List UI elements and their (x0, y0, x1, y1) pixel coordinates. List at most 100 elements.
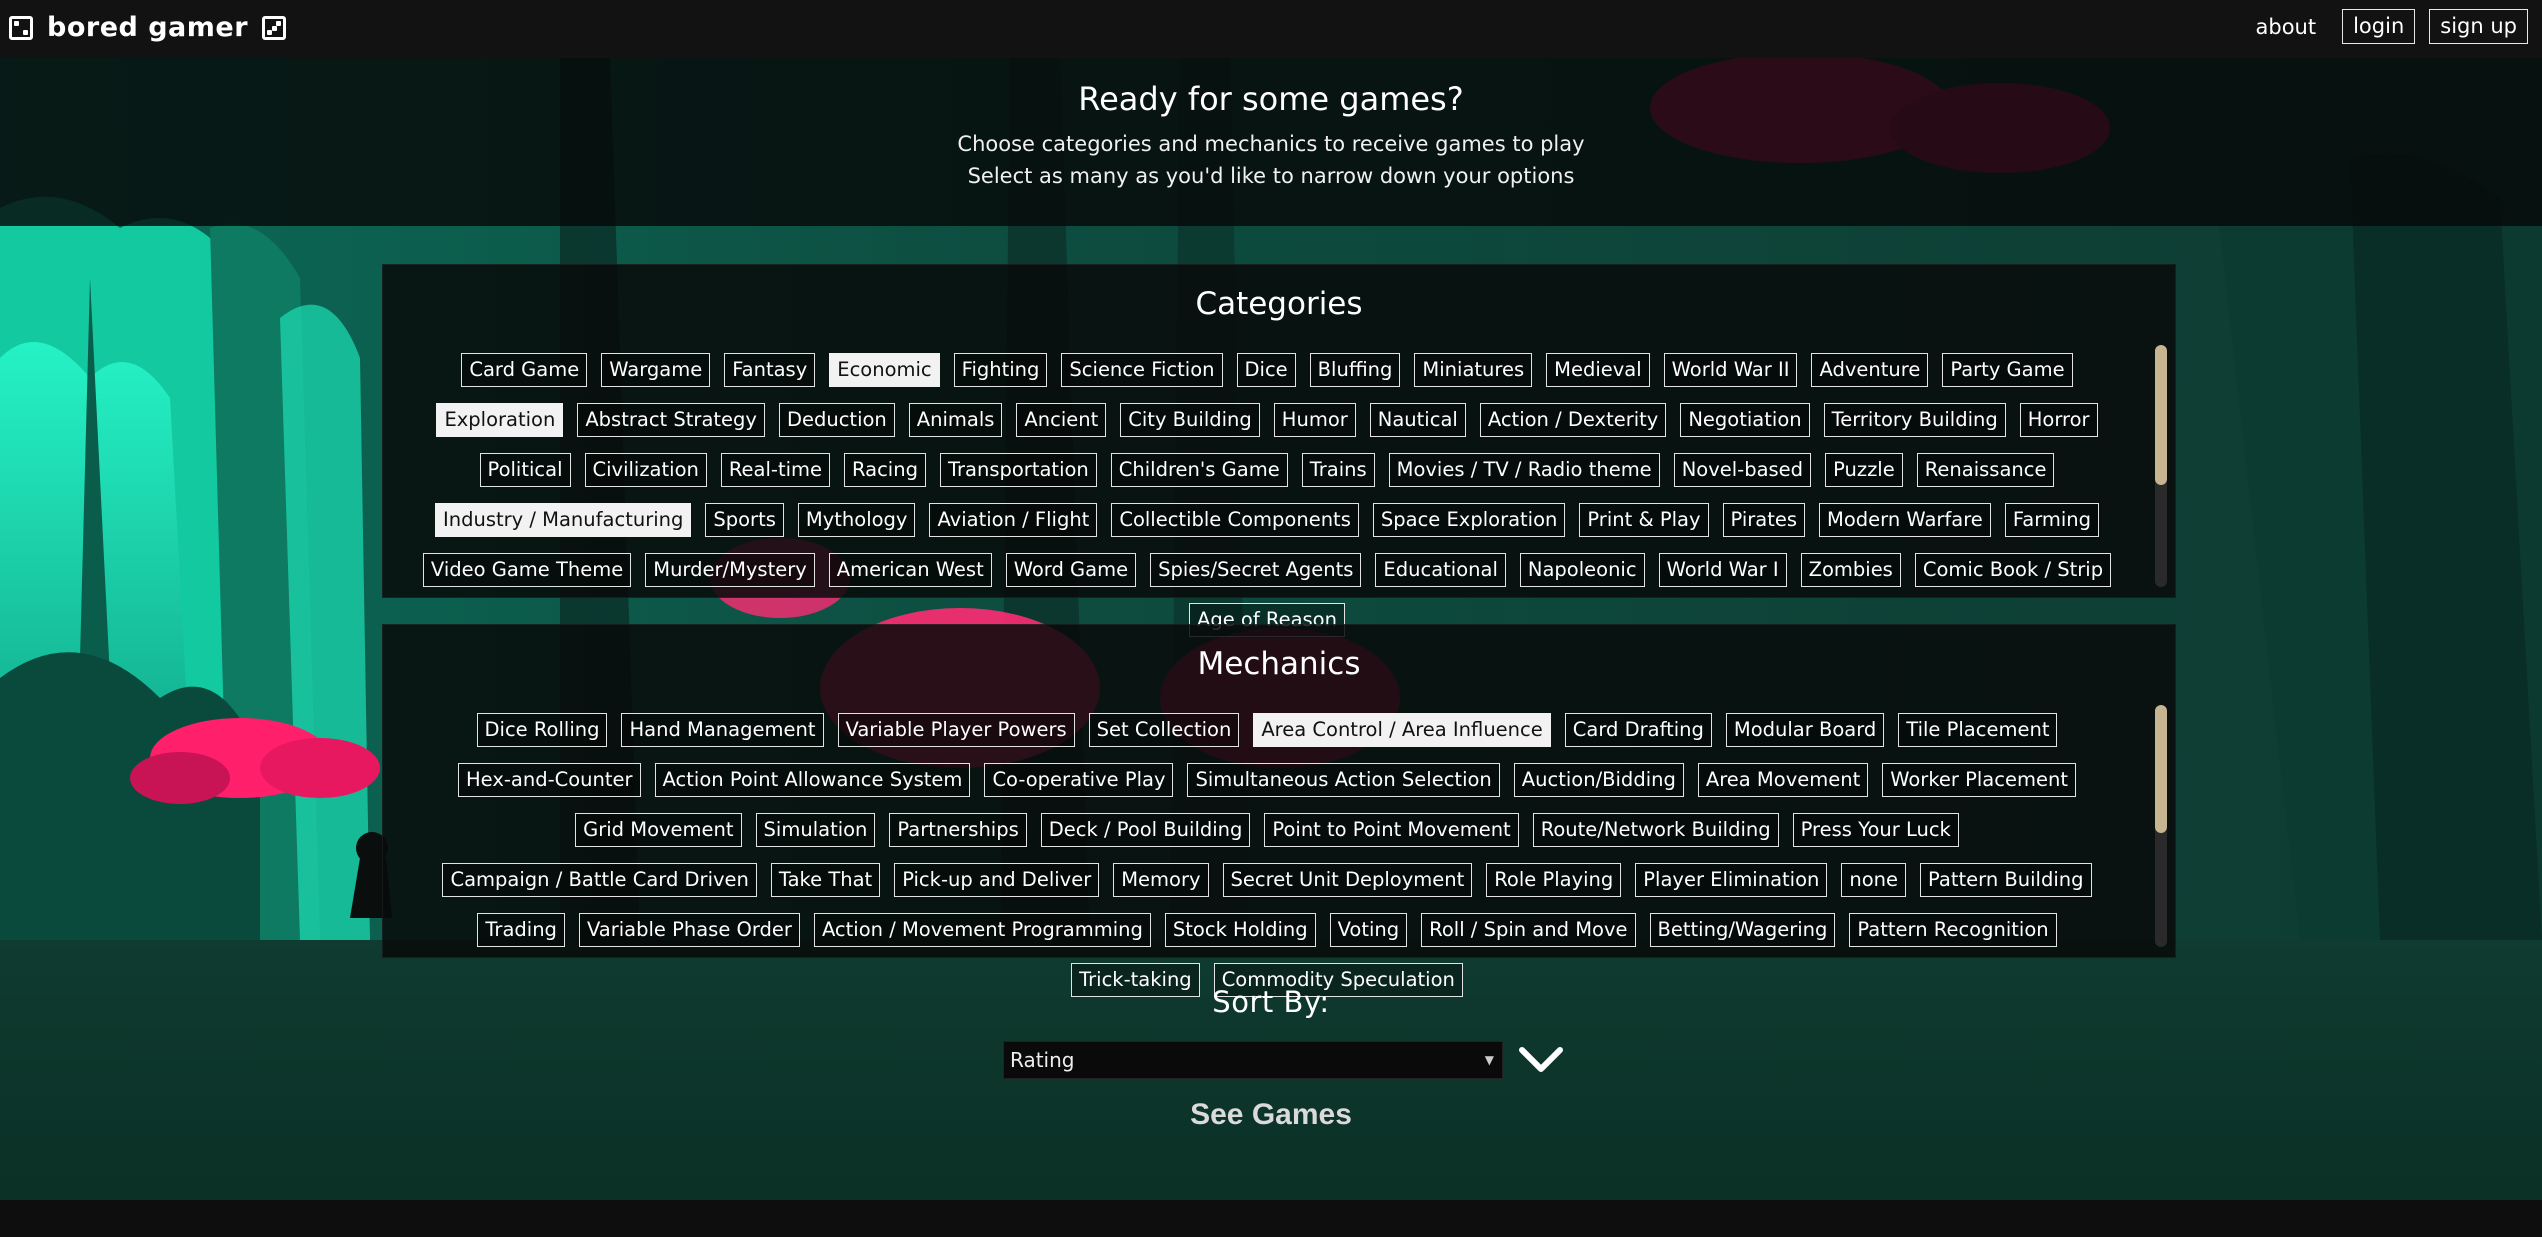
mechanic-chip[interactable]: none (1841, 863, 1907, 897)
category-chip[interactable]: Sports (705, 503, 784, 537)
category-chip[interactable]: Humor (1273, 403, 1356, 437)
category-chip[interactable]: Puzzle (1825, 453, 1903, 487)
category-chip[interactable]: Bluffing (1309, 353, 1401, 387)
mechanic-chip[interactable]: Co-operative Play (984, 763, 1174, 797)
see-games-button[interactable]: See Games (0, 1098, 2542, 1132)
category-chip[interactable]: Transportation (939, 453, 1097, 487)
category-chip[interactable]: Real-time (720, 453, 831, 487)
mechanic-chip[interactable]: Card Drafting (1564, 713, 1712, 747)
category-chip[interactable]: Abstract Strategy (577, 403, 765, 437)
mechanic-chip[interactable]: Dice Rolling (476, 713, 608, 747)
category-chip[interactable]: Print & Play (1579, 503, 1709, 537)
category-chip[interactable]: Word Game (1005, 553, 1137, 587)
category-chip[interactable]: Political (479, 453, 571, 487)
category-chip[interactable]: Ancient (1016, 403, 1107, 437)
mechanic-chip[interactable]: Variable Phase Order (578, 913, 800, 947)
category-chip[interactable]: Children's Game (1110, 453, 1288, 487)
category-chip[interactable]: Economic (829, 353, 940, 387)
category-chip[interactable]: Movies / TV / Radio theme (1388, 453, 1660, 487)
category-chip[interactable]: Miniatures (1414, 353, 1533, 387)
category-chip[interactable]: Dice (1236, 353, 1296, 387)
scrollbar-thumb[interactable] (2155, 345, 2167, 485)
category-chip[interactable]: Farming (2004, 503, 2100, 537)
category-chip[interactable]: Action / Dexterity (1479, 403, 1667, 437)
mechanic-chip[interactable]: Modular Board (1725, 713, 1885, 747)
mechanic-chip[interactable]: Area Control / Area Influence (1253, 713, 1551, 747)
category-chip[interactable]: Wargame (601, 353, 711, 387)
mechanic-chip[interactable]: Player Elimination (1635, 863, 1828, 897)
mechanic-chip[interactable]: Route/Network Building (1532, 813, 1779, 847)
mechanic-chip[interactable]: Pick-up and Deliver (894, 863, 1100, 897)
category-chip[interactable]: Animals (908, 403, 1003, 437)
category-chip[interactable]: Novel-based (1673, 453, 1812, 487)
mechanic-chip[interactable]: Trading (477, 913, 565, 947)
category-chip[interactable]: Napoleonic (1519, 553, 1645, 587)
mechanic-chip[interactable]: Simulation (755, 813, 876, 847)
category-chip[interactable]: Civilization (584, 453, 707, 487)
mechanic-chip[interactable]: Partnerships (889, 813, 1027, 847)
mechanic-chip[interactable]: Voting (1329, 913, 1408, 947)
mechanic-chip[interactable]: Action Point Allowance System (654, 763, 971, 797)
category-chip[interactable]: World War II (1663, 353, 1798, 387)
login-button[interactable]: login (2342, 9, 2416, 44)
mechanic-chip[interactable]: Pattern Recognition (1849, 913, 2057, 947)
mechanic-chip[interactable]: Worker Placement (1882, 763, 2076, 797)
category-chip[interactable]: Video Game Theme (422, 553, 632, 587)
category-chip[interactable]: Comic Book / Strip (1914, 553, 2112, 587)
mechanic-chip[interactable]: Tile Placement (1898, 713, 2058, 747)
category-chip[interactable]: City Building (1120, 403, 1260, 437)
mechanic-chip[interactable]: Hex-and-Counter (458, 763, 641, 797)
category-chip[interactable]: Deduction (778, 403, 895, 437)
mechanic-chip[interactable]: Pattern Building (1920, 863, 2092, 897)
mechanic-chip[interactable]: Point to Point Movement (1264, 813, 1519, 847)
mechanic-chip[interactable]: Secret Unit Deployment (1222, 863, 1473, 897)
mechanics-scrollbar[interactable] (2155, 705, 2167, 947)
category-chip[interactable]: Spies/Secret Agents (1150, 553, 1362, 587)
mechanic-chip[interactable]: Variable Player Powers (837, 713, 1075, 747)
category-chip[interactable]: Educational (1375, 553, 1506, 587)
signup-button[interactable]: sign up (2429, 9, 2528, 44)
about-link[interactable]: about (2256, 15, 2317, 39)
category-chip[interactable]: Modern Warfare (1819, 503, 1991, 537)
mechanic-chip[interactable]: Area Movement (1697, 763, 1869, 797)
category-chip[interactable]: Pirates (1722, 503, 1806, 537)
category-chip[interactable]: Zombies (1800, 553, 1901, 587)
mechanic-chip[interactable]: Stock Holding (1164, 913, 1316, 947)
mechanic-chip[interactable]: Set Collection (1088, 713, 1240, 747)
category-chip[interactable]: Industry / Manufacturing (434, 503, 692, 537)
category-chip[interactable]: Card Game (461, 353, 588, 387)
category-chip[interactable]: Trains (1301, 453, 1375, 487)
category-chip[interactable]: Party Game (1942, 353, 2073, 387)
category-chip[interactable]: Exploration (436, 403, 564, 437)
brand[interactable]: bored gamer (9, 12, 287, 43)
chevron-down-icon[interactable] (1518, 1040, 1564, 1078)
category-chip[interactable]: Negotiation (1680, 403, 1810, 437)
category-chip[interactable]: Murder/Mystery (645, 553, 815, 587)
category-chip[interactable]: Racing (844, 453, 926, 487)
mechanic-chip[interactable]: Take That (770, 863, 881, 897)
category-chip[interactable]: Collectible Components (1111, 503, 1359, 537)
category-chip[interactable]: Fantasy (724, 353, 816, 387)
mechanic-chip[interactable]: Campaign / Battle Card Driven (442, 863, 757, 897)
category-chip[interactable]: Space Exploration (1372, 503, 1566, 537)
category-chip[interactable]: Nautical (1369, 403, 1466, 437)
category-chip[interactable]: World War I (1658, 553, 1787, 587)
category-chip[interactable]: Science Fiction (1061, 353, 1223, 387)
category-chip[interactable]: Adventure (1811, 353, 1929, 387)
mechanic-chip[interactable]: Action / Movement Programming (813, 913, 1151, 947)
scrollbar-thumb[interactable] (2155, 705, 2167, 833)
category-chip[interactable]: Renaissance (1916, 453, 2055, 487)
category-chip[interactable]: Mythology (797, 503, 916, 537)
mechanic-chip[interactable]: Memory (1113, 863, 1209, 897)
mechanic-chip[interactable]: Auction/Bidding (1513, 763, 1684, 797)
mechanic-chip[interactable]: Betting/Wagering (1649, 913, 1836, 947)
category-chip[interactable]: Horror (2019, 403, 2098, 437)
mechanic-chip[interactable]: Deck / Pool Building (1040, 813, 1251, 847)
categories-scrollbar[interactable] (2155, 345, 2167, 587)
category-chip[interactable]: Territory Building (1823, 403, 2006, 437)
category-chip[interactable]: Medieval (1546, 353, 1650, 387)
category-chip[interactable]: Aviation / Flight (929, 503, 1098, 537)
category-chip[interactable]: Fighting (953, 353, 1048, 387)
mechanic-chip[interactable]: Simultaneous Action Selection (1187, 763, 1500, 797)
mechanic-chip[interactable]: Press Your Luck (1792, 813, 1959, 847)
